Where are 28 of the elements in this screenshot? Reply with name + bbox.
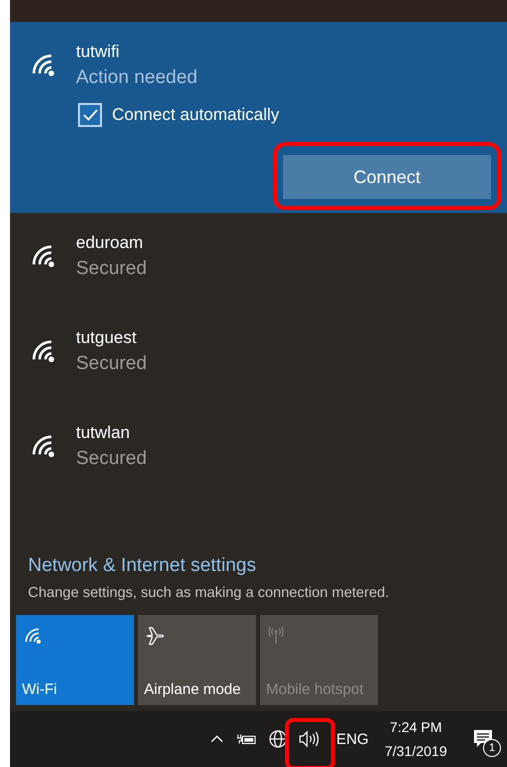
network-status: Secured xyxy=(76,258,147,280)
settings-link[interactable]: Network & Internet settings xyxy=(28,555,489,577)
tile-label: Airplane mode xyxy=(144,680,242,699)
network-item[interactable]: tutguest Secured xyxy=(10,308,507,403)
selected-network-item[interactable]: tutwifi Action needed Connect automatically Connect xyxy=(10,22,507,213)
network-item[interactable]: eduroam Secured xyxy=(10,213,507,308)
clock-time[interactable]: 7:24 PM xyxy=(390,719,442,735)
quick-action-tile[interactable]: Wi-Fi xyxy=(16,615,134,705)
network-name: eduroam xyxy=(76,233,144,253)
tile-label: Wi-Fi xyxy=(22,680,58,699)
network-status: Secured xyxy=(76,353,147,375)
connect-button[interactable]: Connect xyxy=(283,155,491,199)
settings-description: Change settings, such as making a connection metered. xyxy=(28,585,390,601)
notification-count: 1 xyxy=(483,739,501,757)
checkbox[interactable] xyxy=(78,103,102,127)
language-indicator[interactable]: ENG xyxy=(336,730,369,748)
network-item[interactable]: tutwlan Secured xyxy=(10,403,507,498)
checkbox-label: Connect automatically xyxy=(112,105,280,125)
network-status: Secured xyxy=(76,448,147,470)
tile-label: Mobile hotspot xyxy=(266,680,365,699)
airplane-icon xyxy=(144,625,166,647)
quick-action-tile[interactable]: Airplane mode xyxy=(138,615,256,705)
clock-date[interactable]: 7/31/2019 xyxy=(384,743,447,759)
network-status: Action needed xyxy=(76,67,198,89)
hotspot-icon xyxy=(266,625,286,645)
network-name: tutguest xyxy=(76,328,138,348)
network-name: tutwlan xyxy=(76,423,131,443)
network-name: tutwifi xyxy=(76,42,120,62)
